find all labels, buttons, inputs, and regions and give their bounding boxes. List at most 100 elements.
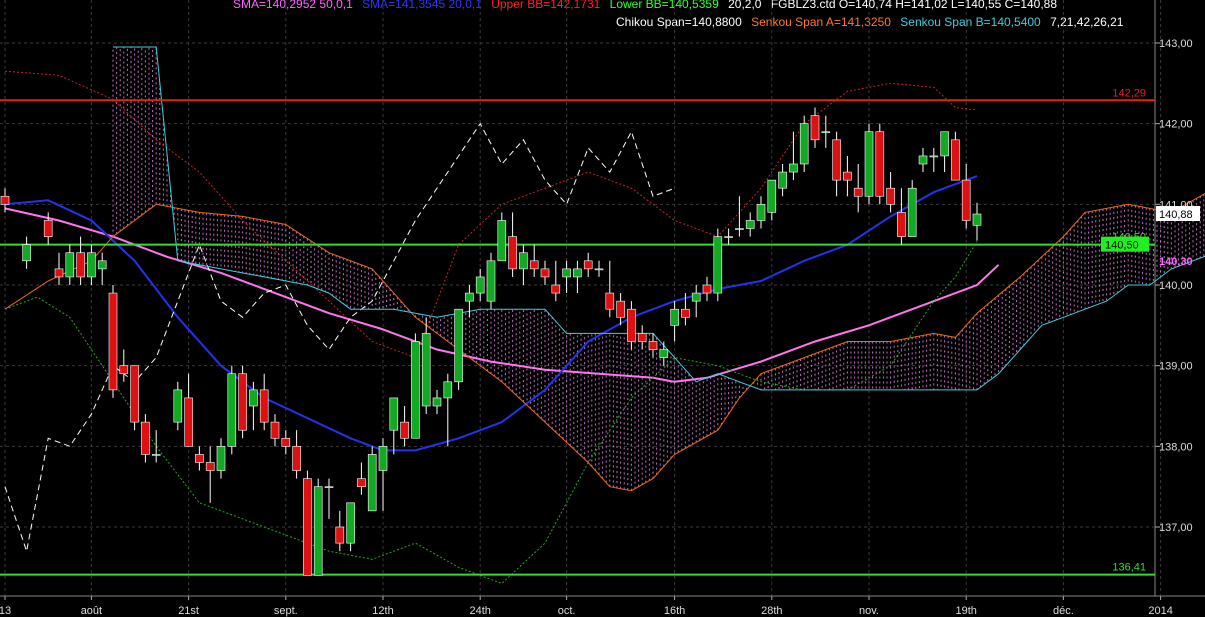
up-candle-body — [562, 268, 571, 278]
candle — [346, 502, 355, 552]
candle — [875, 123, 885, 205]
down-candle-body — [702, 284, 712, 294]
x-tick-label: 19th — [955, 605, 976, 617]
up-candle-body — [573, 268, 582, 278]
up-candle-body — [691, 292, 701, 302]
candle — [832, 131, 841, 197]
up-candle-body — [378, 446, 388, 471]
candle — [22, 236, 31, 269]
candle — [616, 293, 625, 326]
x-tick-label: oct. — [558, 605, 576, 617]
down-candle-body — [0, 195, 10, 205]
down-candle-body — [357, 478, 366, 487]
up-candle-body — [97, 260, 107, 270]
up-candle-body — [756, 204, 766, 221]
up-candle-body — [151, 454, 161, 456]
candle — [313, 478, 323, 576]
x-tick-label: nov. — [859, 605, 879, 617]
candle — [130, 365, 139, 431]
y-tick-label: 142,00 — [1159, 119, 1193, 131]
up-candle-body — [346, 502, 355, 544]
candle — [454, 308, 463, 390]
candle — [508, 212, 517, 277]
current-price-label: 140,30 — [1159, 256, 1193, 268]
candle — [540, 260, 550, 285]
up-candle-body — [907, 187, 917, 237]
candle — [432, 389, 442, 415]
up-candle-body — [864, 131, 874, 197]
down-candle-body — [961, 179, 971, 221]
y-tick-label: 138,00 — [1159, 441, 1193, 453]
price-chart[interactable]: 142,29140,50136,41 143,00142,00141,00140… — [0, 0, 1205, 617]
x-tick-label: 16th — [664, 605, 685, 617]
up-candle-body — [918, 155, 928, 165]
down-candle-body — [141, 421, 150, 455]
candle — [421, 317, 431, 415]
candle — [205, 446, 215, 503]
candle — [724, 228, 733, 245]
candle — [519, 244, 528, 285]
candle — [702, 276, 712, 302]
candle — [400, 406, 409, 447]
up-candle-body — [324, 486, 334, 488]
up-candle-body — [594, 268, 604, 271]
up-candle-body — [929, 155, 939, 158]
down-candle-body — [832, 139, 841, 181]
candle — [475, 268, 485, 302]
up-candle-body — [724, 236, 733, 238]
down-candle-body — [551, 284, 561, 294]
down-candle-body — [54, 268, 64, 278]
candle — [173, 381, 183, 431]
down-candle-body — [76, 252, 85, 278]
candle — [270, 414, 280, 447]
down-candle-body — [281, 437, 291, 447]
candle — [670, 301, 679, 342]
candle — [141, 414, 150, 463]
candle — [562, 260, 571, 294]
up-candle-body — [216, 446, 226, 471]
up-candle-body — [789, 163, 798, 173]
candle — [745, 212, 755, 237]
candle — [594, 260, 604, 277]
candle — [637, 325, 647, 350]
up-candle-body — [227, 373, 237, 447]
down-candle-body — [951, 139, 960, 181]
up-candle-body — [519, 252, 528, 270]
x-tick-label: déc. — [1053, 605, 1074, 617]
candle — [972, 202, 982, 241]
candle — [605, 260, 615, 318]
last-price-label: 140,88 — [1159, 209, 1193, 221]
down-candle-body — [259, 389, 269, 423]
up-candle-body — [821, 131, 831, 134]
candle — [789, 131, 798, 181]
candle — [897, 188, 906, 245]
candle — [864, 123, 874, 205]
up-candle-body — [465, 292, 474, 302]
candle — [843, 155, 852, 197]
candle — [195, 446, 204, 471]
candle — [227, 365, 237, 455]
down-candle-body — [897, 212, 906, 237]
down-candle-body — [583, 260, 593, 270]
up-candle-body — [767, 179, 777, 213]
down-candle-body — [843, 171, 852, 181]
candle — [357, 462, 366, 495]
x-tick-label: 24th — [469, 605, 490, 617]
candle — [767, 179, 777, 221]
candle — [184, 373, 193, 447]
up-candle-body — [799, 123, 809, 165]
down-candle-body — [400, 421, 409, 439]
x-tick-label: 2014 — [1148, 605, 1172, 617]
y-tick-label: 137,00 — [1159, 522, 1193, 534]
up-candle-body — [735, 228, 744, 230]
candle — [713, 228, 723, 302]
down-candle-body — [875, 131, 885, 197]
candle — [367, 446, 377, 512]
bb_upper-line — [4, 70, 978, 359]
candle — [756, 196, 766, 229]
up-candle-body — [432, 397, 442, 407]
up-candle-body — [249, 389, 258, 407]
down-candle-body — [43, 220, 53, 237]
x-tick-label: 13 — [0, 605, 11, 617]
up-candle-body — [443, 381, 453, 399]
